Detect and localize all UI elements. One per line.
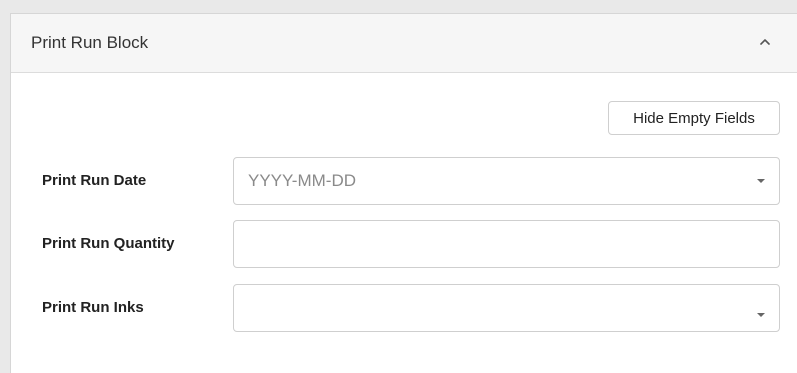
hide-empty-fields-button[interactable]: Hide Empty Fields [608, 101, 780, 135]
print-run-date-select[interactable] [233, 157, 780, 205]
print-run-inks-select[interactable] [233, 284, 780, 332]
field-row-print-run-quantity: Print Run Quantity [11, 220, 797, 268]
print-run-date-label: Print Run Date [42, 172, 147, 189]
chevron-up-icon[interactable] [753, 30, 777, 54]
caret-down-icon[interactable] [757, 179, 765, 183]
caret-down-icon[interactable] [757, 313, 765, 317]
print-run-block-panel: Print Run Block Hide Empty Fields Print … [10, 13, 797, 373]
print-run-date-input[interactable] [234, 158, 779, 204]
print-run-quantity-label: Print Run Quantity [42, 235, 175, 252]
panel-header[interactable]: Print Run Block [11, 14, 797, 73]
print-run-quantity-field[interactable] [233, 220, 780, 268]
print-run-inks-label: Print Run Inks [42, 299, 144, 316]
field-row-print-run-date: Print Run Date [11, 157, 797, 205]
field-row-print-run-inks: Print Run Inks [11, 284, 797, 332]
print-run-inks-input[interactable] [234, 285, 779, 331]
panel-title: Print Run Block [31, 33, 149, 52]
print-run-quantity-input[interactable] [234, 221, 779, 267]
